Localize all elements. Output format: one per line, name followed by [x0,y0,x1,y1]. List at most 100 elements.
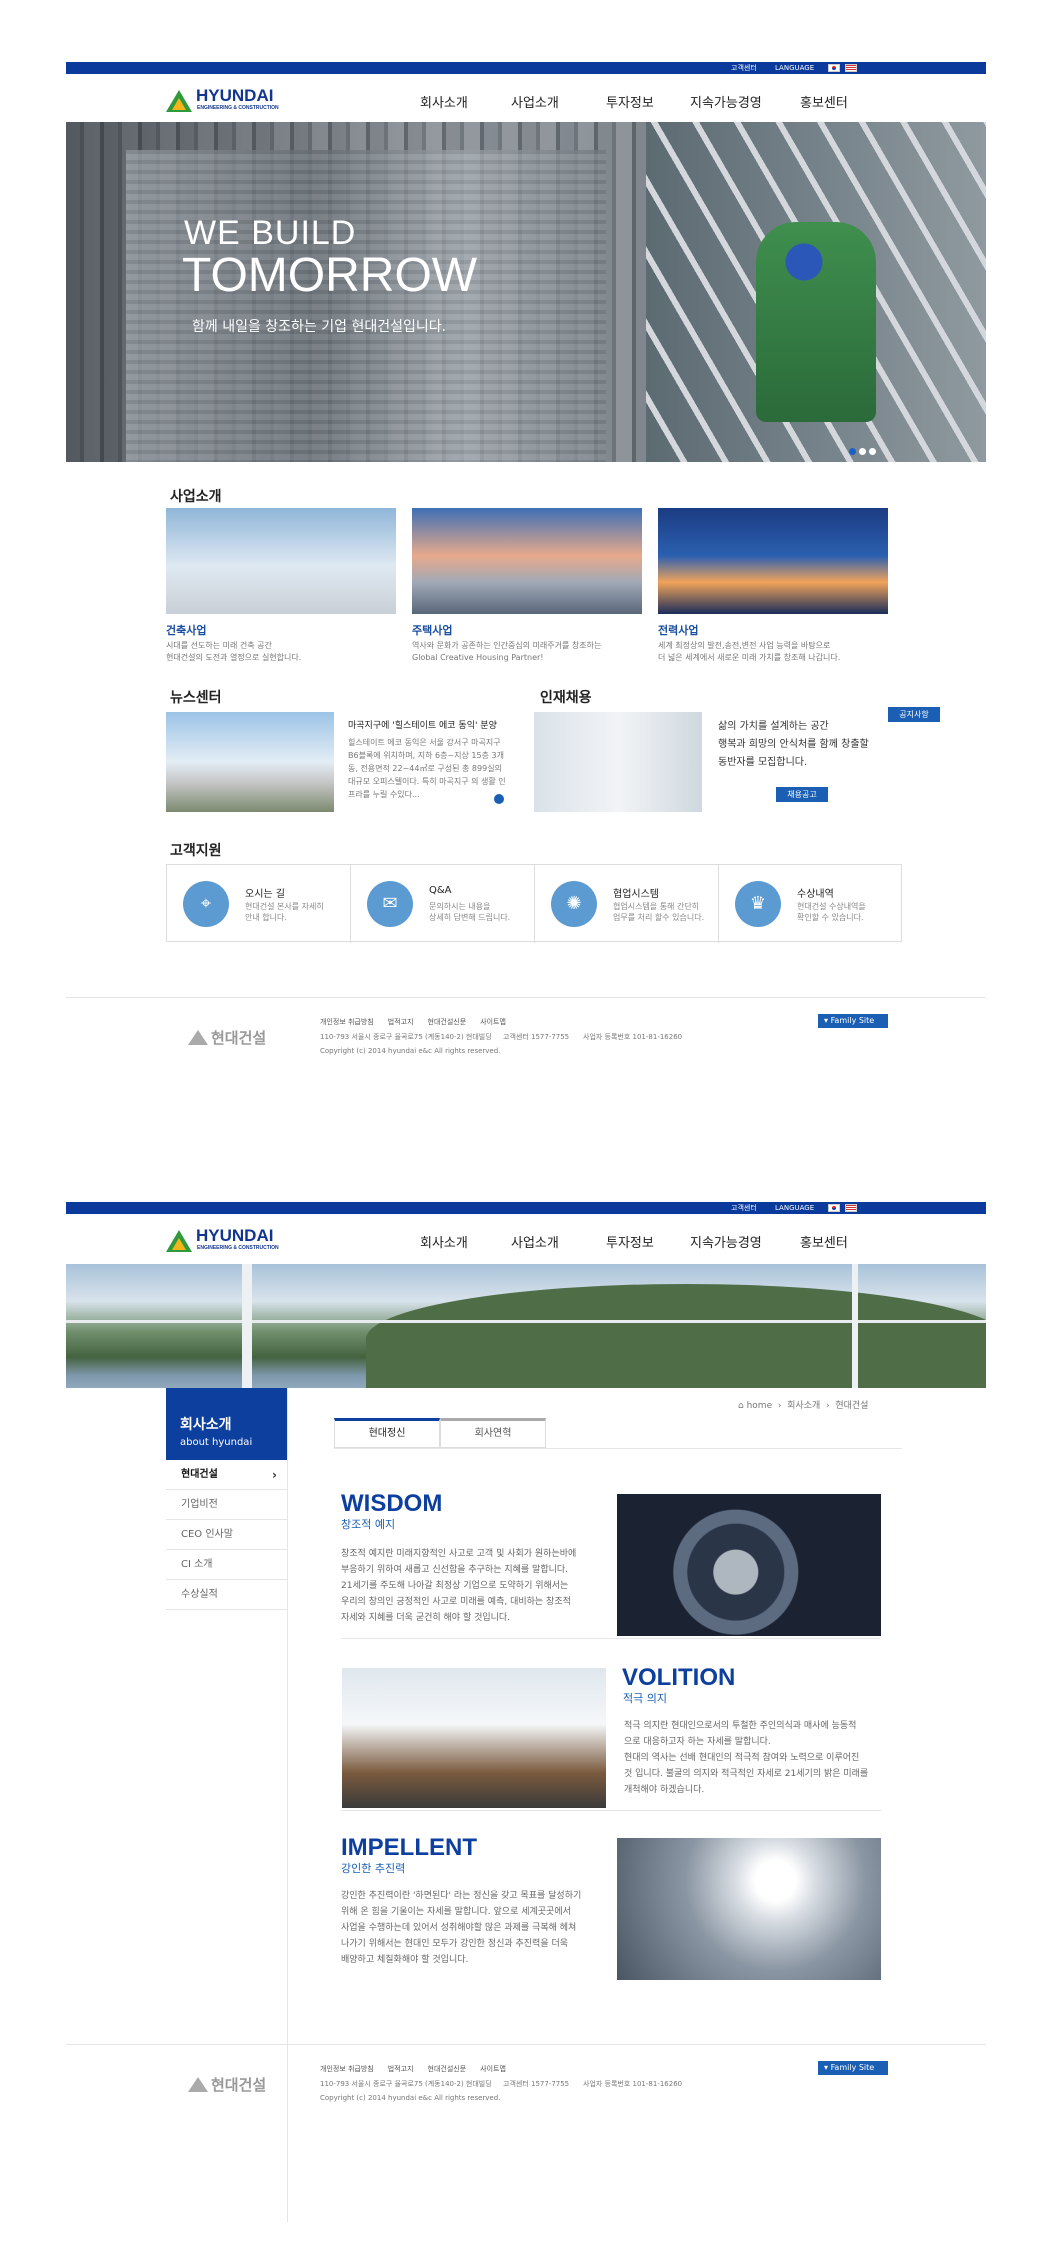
nav-pr[interactable]: 홍보센터 [800,92,848,111]
korean-flag-icon[interactable] [828,1204,840,1212]
footer-link-sitemap[interactable]: 사이트맵 [480,1018,506,1026]
us-flag-icon[interactable] [845,64,857,72]
footer-link-legal[interactable]: 법적고지 [388,2065,414,2073]
header: HYUNDAI ENGINEERING & CONSTRUCTION 회사소개 … [66,1214,986,1262]
nav-investor[interactable]: 투자정보 [606,92,654,111]
language-label[interactable]: LANGUAGE [775,1203,814,1213]
footer-link-news[interactable]: 현대건설신문 [428,2065,467,2073]
nav-company[interactable]: 회사소개 [420,1232,468,1251]
nav-sustainability[interactable]: 지속가능경영 [690,92,762,111]
sidebar-item-label: 수상실적 [181,1589,218,1600]
support-item-awards[interactable]: ♛ 수상내역 현대건설 수상내역을 확인할 수 있습니다. [719,865,903,943]
logo-triangle-accent [172,98,186,110]
sidebar-item-label: CEO 인사말 [181,1529,233,1540]
sidebar-item-vision[interactable]: 기업비전 [166,1490,287,1520]
slider-dot[interactable] [859,448,866,455]
hyundai-logo[interactable]: HYUNDAI ENGINEERING & CONSTRUCTION [166,1226,296,1254]
breadcrumb-company[interactable]: 회사소개 [787,1401,820,1411]
nav-pr[interactable]: 홍보센터 [800,1232,848,1251]
sidebar-item-label: 현대건설 [181,1469,218,1480]
support-item-title: 협업시스템 [613,889,659,900]
sidebar-item-hyundai[interactable]: 현대건설 › [166,1460,287,1490]
support-item-directions[interactable]: ⌖ 오시는 길 현대건설 본사를 자세히 안내 합니다. [167,865,351,943]
sidebar-header: 회사소개 about hyundai [166,1388,287,1460]
news-body: 힐스테이트 에코 동익은 서울 강서구 마곡지구 B6블록에 위치하며, 지하 … [348,738,506,799]
footer-link-privacy[interactable]: 개인정보 취급방침 [320,1018,374,1026]
housing-image [412,508,642,614]
value-desc-line: 사업을 수행하는데 있어서 성취해야할 많은 과제를 극복해 헤쳐 [341,1923,577,1933]
business-title: 사업소개 [170,489,222,505]
chat-icon: ✉ [367,881,413,927]
support-desc-line: 현대건설 본사를 자세히 [245,902,324,911]
slider-dot[interactable] [869,448,876,455]
value-desc-line: 현대의 역사는 선배 현대인의 적극적 참여와 노력으로 이루어진 [624,1753,860,1763]
business-card-desc: 역사와 문화가 공존하는 인간중심의 미래주거를 창조하는 [412,641,602,650]
support-item-desc: 문의하시는 내용을 상세히 답변해 드립니다. [429,901,510,923]
sidebar-item-ceo[interactable]: CEO 인사말 [166,1520,287,1550]
family-site-select[interactable]: ▾ Family Site [818,2061,888,2075]
value-title: VOLITION [622,1664,736,1691]
job-posting-button[interactable]: 채용공고 [776,787,828,802]
header: HYUNDAI ENGINEERING & CONSTRUCTION 회사소개 … [66,74,986,122]
nav-business[interactable]: 사업소개 [511,92,559,111]
family-site-select[interactable]: ▾ Family Site [818,1014,888,1028]
slider-dot[interactable] [849,448,856,455]
footer-link-news[interactable]: 현대건설신문 [428,1018,467,1026]
more-icon[interactable] [494,794,504,804]
business-card[interactable]: 전력사업 세계 최정상의 발전,송전,변전 사업 능력을 바탕으로 더 넓은 세… [658,508,888,664]
footer-link-sitemap[interactable]: 사이트맵 [480,2065,506,2073]
support-desc-line: 안내 합니다. [245,913,287,922]
footer-center: 고객센터 1577-7755 [503,2080,570,2088]
tab-spirit[interactable]: 현대정신 [334,1418,440,1448]
support-desc-line: 현대건설 수상내역을 [797,902,866,911]
global-link[interactable]: 고객센터 [731,63,757,73]
nav-company[interactable]: 회사소개 [420,92,468,111]
value-desc-line: 으로 대응하고자 하는 자세를 말합니다. [624,1737,771,1747]
business-card[interactable]: 건축사업 시대를 선도하는 미래 건축 공간 현대건설의 도전과 열정으로 실현… [166,508,396,664]
footer-divider [66,2044,986,2045]
logo-triangle-accent [172,1238,186,1250]
footer-logo: 현대건설 [188,1027,266,1048]
global-link[interactable]: 고객센터 [731,1203,757,1213]
footer-links: 개인정보 취급방침 법적고지 현대건설신문 사이트맵 [320,2064,520,2074]
footer-link-legal[interactable]: 법적고지 [388,1018,414,1026]
us-flag-icon[interactable] [845,1204,857,1212]
value-title: WISDOM [341,1490,443,1517]
footer-links: 개인정보 취급방침 법적고지 현대건설신문 사이트맵 [320,1017,520,1027]
value-subtitle: 강인한 추진력 [341,1862,406,1875]
sidebar: 회사소개 about hyundai 현대건설 › 기업비전 CEO 인사말 CI… [166,1388,288,2222]
value-desc: 강인한 추진력이란 '하면된다' 라는 정신을 갖고 목표를 달성하기 위해 온 … [341,1888,581,1968]
family-site-label: Family Site [830,1016,875,1025]
value-desc-line: 우리의 창의인 긍정적인 사고로 미래를 예측, 대비하는 창조적 [341,1597,571,1607]
recruit-line: 동반자를 모집합니다. [718,757,808,768]
sidebar-item-label: CI 소개 [181,1559,213,1570]
footer-link-privacy[interactable]: 개인정보 취급방침 [320,2065,374,2073]
support-item-collab[interactable]: ✺ 협업시스템 협업시스템을 통해 간단히 업무를 처리 할수 있습니다. [535,865,719,943]
nav-sustainability[interactable]: 지속가능경영 [690,1232,762,1251]
tab-history[interactable]: 회사연혁 [440,1418,546,1448]
language-label[interactable]: LANGUAGE [775,63,814,73]
bridge-deck [66,1320,986,1323]
home-icon[interactable]: ⌂ [738,1401,744,1411]
sidebar-item-ci[interactable]: CI 소개 [166,1550,287,1580]
notice-badge[interactable]: 공지사항 [888,707,940,722]
hero-banner: WE BUILD TOMORROW 함께 내일을 창조하는 기업 현대건설입니다… [66,122,986,462]
footer-logo: 현대건설 [188,2074,266,2095]
business-card-title: 전력사업 [658,624,699,637]
business-card[interactable]: 주택사업 역사와 문화가 공존하는 인간중심의 미래주거를 창조하는 Globa… [412,508,642,664]
footer-biz: 사업자 등록번호 101-81-16260 [583,2080,683,2088]
news-image[interactable] [166,712,334,812]
sidebar-item-awards[interactable]: 수상실적 [166,1580,287,1610]
sidebar-subtitle: about hyundai [180,1437,253,1448]
hyundai-logo[interactable]: HYUNDAI ENGINEERING & CONSTRUCTION [166,86,296,114]
bridge-tower [242,1264,252,1388]
nav-business[interactable]: 사업소개 [511,1232,559,1251]
news-headline[interactable]: 마곡지구에 '힐스테이트 에코 동익' 분양 [348,718,497,731]
support-desc-line: 상세히 답변해 드립니다. [429,913,511,922]
breadcrumb-home[interactable]: home [747,1401,773,1411]
korean-flag-icon[interactable] [828,64,840,72]
nav-investor[interactable]: 투자정보 [606,1232,654,1251]
support-item-qa[interactable]: ✉ Q&A 문의하시는 내용을 상세히 답변해 드립니다. [351,865,535,943]
breadcrumb-current: 현대건설 [835,1401,869,1411]
support-item-title: 오시는 길 [245,889,285,900]
